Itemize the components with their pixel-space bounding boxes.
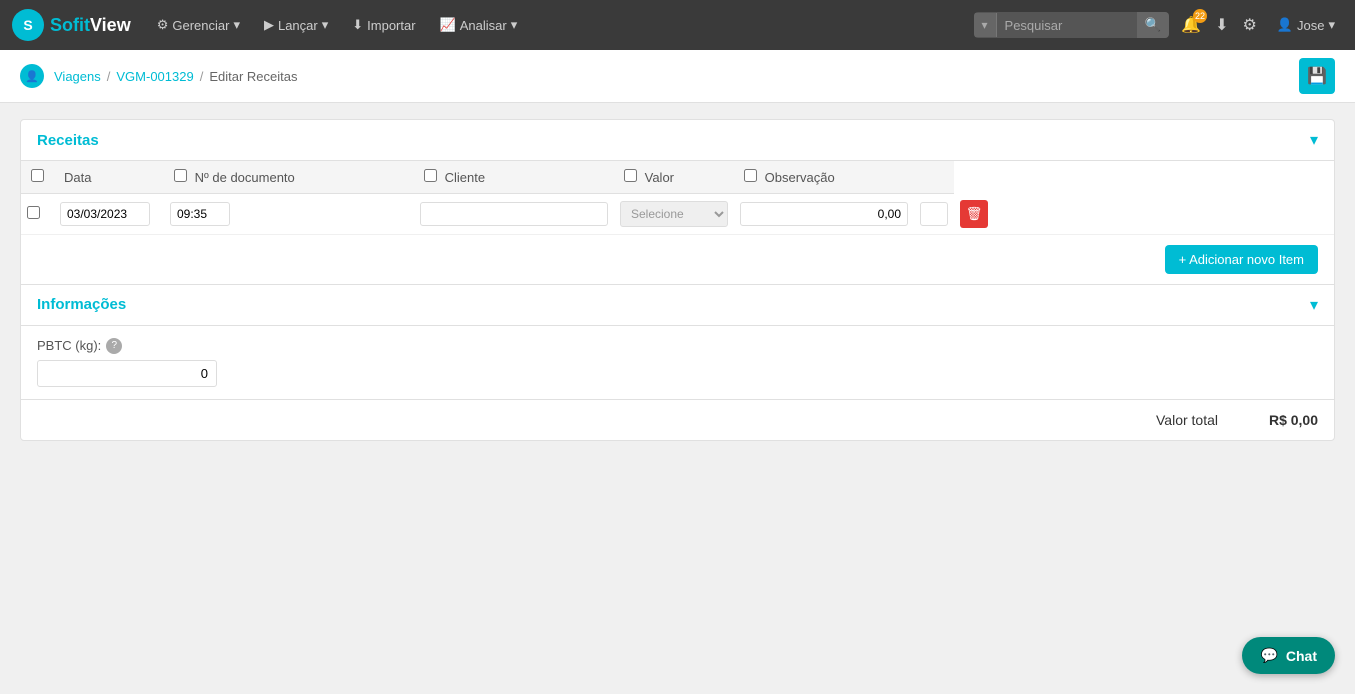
th-doc-checkbox[interactable]	[174, 169, 187, 182]
delete-row-button[interactable]: 🗑	[960, 200, 988, 228]
gear-icon: ⚙	[157, 17, 169, 33]
th-obs-checkbox[interactable]	[744, 169, 757, 182]
save-button[interactable]: 💾	[1299, 58, 1335, 94]
settings-button[interactable]: ⚙	[1238, 11, 1260, 39]
logo: S SofitView	[12, 9, 131, 41]
notifications-button[interactable]: 🔔 22	[1177, 11, 1205, 39]
total-label: Valor total	[1156, 412, 1218, 428]
search-input[interactable]	[997, 13, 1137, 38]
receitas-title: Receitas	[37, 132, 99, 149]
th-checkbox	[21, 161, 54, 194]
chevron-down-icon: ▾	[511, 17, 518, 33]
time-input[interactable]	[170, 202, 230, 226]
table-header-row: Data Nº de documento Cliente Valor	[21, 161, 1334, 194]
main-content: Receitas ▾ Data Nº de documento Cl	[0, 103, 1355, 457]
th-valor-checkbox[interactable]	[624, 169, 637, 182]
person-icon: 👤	[20, 64, 44, 88]
row-time-cell	[164, 194, 414, 235]
chevron-down-icon: ▾	[322, 17, 329, 33]
row-action-cell: 🗑	[954, 194, 1334, 235]
pbtc-label: PBTC (kg): ?	[37, 338, 1318, 354]
th-valor: Valor	[614, 161, 734, 194]
chevron-down-icon: ▾	[1328, 17, 1335, 33]
informacoes-collapse-button[interactable]: ▾	[1310, 295, 1318, 315]
th-documento: Nº de documento	[164, 161, 414, 194]
breadcrumb-bar: 👤 Viagens / VGM-001329 / Editar Receitas…	[0, 50, 1355, 103]
gerenciar-menu[interactable]: ⚙ Gerenciar ▾	[149, 11, 248, 39]
receitas-table: Data Nº de documento Cliente Valor	[21, 161, 1334, 235]
breadcrumb-viagens[interactable]: Viagens	[54, 69, 101, 84]
select-all-checkbox[interactable]	[31, 169, 44, 182]
logo-view: View	[90, 15, 131, 35]
row-doc-cell	[414, 194, 614, 235]
analisar-menu[interactable]: 📈 Analisar ▾	[432, 11, 526, 39]
th-action	[914, 161, 954, 194]
row-checkbox-cell	[21, 194, 54, 235]
user-icon: 👤	[1277, 17, 1293, 33]
help-icon[interactable]: ?	[106, 338, 122, 354]
pbtc-input[interactable]	[37, 360, 217, 387]
informacoes-title: Informações	[37, 296, 126, 313]
obs-input[interactable]	[920, 202, 948, 226]
total-row: Valor total R$ 0,00	[21, 399, 1334, 440]
row-client-cell: Selecione	[614, 194, 734, 235]
logo-sofit: Sofit	[50, 15, 90, 35]
total-value: R$ 0,00	[1238, 412, 1318, 428]
informacoes-section: PBTC (kg): ?	[21, 326, 1334, 399]
row-checkbox[interactable]	[27, 206, 40, 219]
table-row: Selecione 🗑	[21, 194, 1334, 235]
user-menu[interactable]: 👤 Jose ▾	[1269, 13, 1343, 37]
breadcrumb-sep-1: /	[107, 69, 111, 84]
valor-input[interactable]	[740, 202, 908, 226]
chat-button[interactable]: 💬 Chat	[1242, 637, 1335, 674]
chart-icon: 📈	[440, 17, 456, 33]
add-item-row: + Adicionar novo Item	[21, 235, 1334, 285]
logo-icon: S	[12, 9, 44, 41]
th-cliente: Cliente	[414, 161, 614, 194]
download-button[interactable]: ⬇	[1211, 11, 1232, 39]
chevron-down-icon: ▾	[233, 17, 240, 33]
search-prefix: ▾	[974, 13, 997, 37]
receitas-header: Receitas ▾	[21, 120, 1334, 161]
launch-icon: ▶	[264, 17, 274, 33]
add-item-button[interactable]: + Adicionar novo Item	[1165, 245, 1318, 274]
importar-menu[interactable]: ⬇ Importar	[344, 11, 423, 39]
client-select[interactable]: Selecione	[620, 201, 728, 227]
doc-input[interactable]	[420, 202, 608, 226]
nav-icons: 🔔 22 ⬇ ⚙	[1177, 11, 1261, 39]
logo-text: SofitView	[50, 15, 131, 36]
import-icon: ⬇	[352, 17, 363, 33]
row-valor-cell	[734, 194, 914, 235]
informacoes-header: Informações ▾	[21, 285, 1334, 326]
search-area: ▾ 🔍	[974, 12, 1170, 38]
breadcrumb-sep-2: /	[200, 69, 204, 84]
th-observacao: Observação	[734, 161, 914, 194]
breadcrumb-trip-id[interactable]: VGM-001329	[116, 69, 193, 84]
notification-badge: 22	[1193, 9, 1207, 23]
receitas-card: Receitas ▾ Data Nº de documento Cl	[20, 119, 1335, 441]
search-button[interactable]: 🔍	[1137, 12, 1170, 38]
receitas-collapse-button[interactable]: ▾	[1310, 130, 1318, 150]
date-input[interactable]	[60, 202, 150, 226]
lancar-menu[interactable]: ▶ Lançar ▾	[256, 11, 336, 39]
breadcrumb-current: Editar Receitas	[209, 69, 297, 84]
th-data: Data	[54, 161, 164, 194]
row-obs-cell	[914, 194, 954, 235]
chat-icon: 💬	[1260, 647, 1277, 664]
row-date-cell	[54, 194, 164, 235]
th-client-checkbox[interactable]	[424, 169, 437, 182]
top-navigation: S SofitView ⚙ Gerenciar ▾ ▶ Lançar ▾ ⬇ I…	[0, 0, 1355, 50]
